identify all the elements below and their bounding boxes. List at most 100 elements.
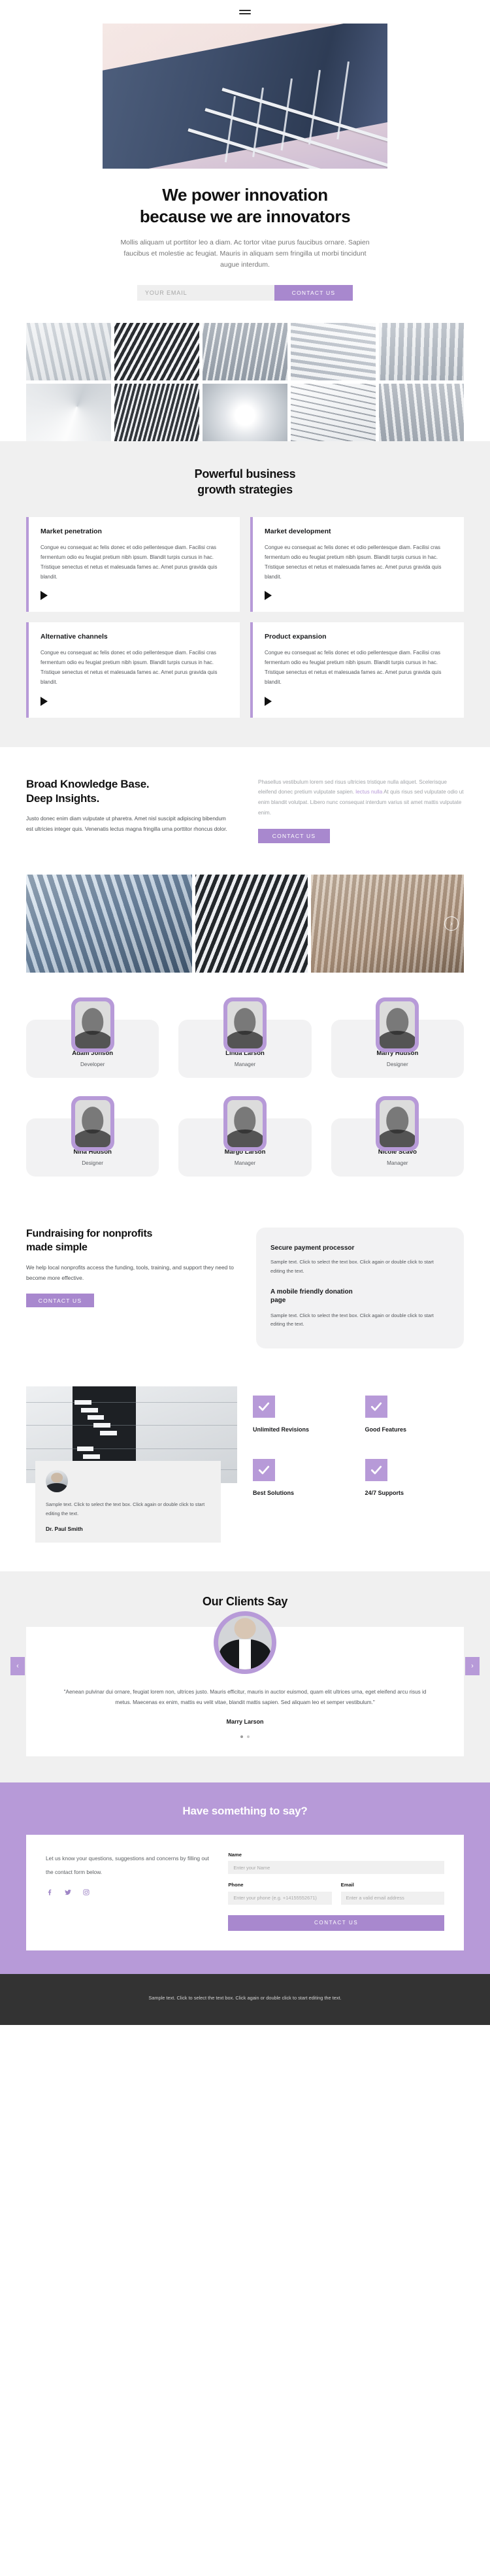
strategy-card-body: Congue eu consequat ac felis donec et od… <box>265 650 442 685</box>
gallery-photo[interactable] <box>114 383 199 441</box>
testimonial-quote: "Aenean pulvinar dui ornare, feugiat lor… <box>63 1688 427 1705</box>
testimonial-quote-card: Sample text. Click to select the text bo… <box>35 1461 221 1543</box>
strategy-card: Alternative channels Congue eu consequat… <box>26 622 240 718</box>
feature-label: Best Solutions <box>253 1490 295 1497</box>
testimonials-title: Our Clients Say <box>202 1595 288 1609</box>
team-member-role: Designer <box>82 1160 104 1167</box>
contact-submit-button[interactable]: CONTACT US <box>228 1915 444 1931</box>
play-icon[interactable] <box>265 696 272 706</box>
strategy-card: Market development Congue eu consequat a… <box>250 517 464 612</box>
carousel-dots[interactable] <box>59 1735 431 1738</box>
email-input[interactable] <box>137 284 274 301</box>
team-member-role: Developer <box>80 1062 105 1068</box>
knowledge-title: Broad Knowledge Base. Deep Insights. <box>26 777 232 807</box>
gallery-photo[interactable] <box>114 322 199 380</box>
play-icon[interactable] <box>265 591 272 601</box>
instagram-icon[interactable] <box>82 1888 90 1896</box>
chevron-right-icon[interactable]: › <box>465 1656 480 1675</box>
twitter-icon[interactable] <box>64 1888 72 1896</box>
strategy-card-body: Congue eu consequat ac felis donec et od… <box>41 650 218 685</box>
fundraising-card-heading-1: Secure payment processor <box>270 1245 355 1252</box>
strategy-card-body: Congue eu consequat ac felis donec et od… <box>265 544 442 580</box>
wide-gallery-photo[interactable] <box>195 875 308 973</box>
chevron-right-icon[interactable]: › <box>444 916 459 931</box>
contact-section: Have something to say? Let us know your … <box>0 1782 490 1974</box>
wide-gallery-photo[interactable]: › <box>311 875 464 973</box>
wide-gallery-photo[interactable] <box>26 875 192 973</box>
landing-page: We power innovation because we are innov… <box>0 0 490 2025</box>
feature-item: Good Features <box>365 1396 465 1433</box>
hero-title-line1: We power innovation <box>162 185 328 205</box>
play-icon[interactable] <box>41 591 48 601</box>
fundraising-title-line2: made simple <box>26 1242 88 1254</box>
gallery-photo[interactable] <box>291 322 376 380</box>
quote-text: Sample text. Click to select the text bo… <box>46 1501 205 1516</box>
knowledge-contact-button[interactable]: CONTACT US <box>258 829 330 844</box>
gallery-photo[interactable] <box>379 383 464 441</box>
knowledge-title-line2: Deep Insights. <box>26 792 99 805</box>
fundraising-title: Fundraising for nonprofits made simple <box>26 1228 234 1255</box>
chevron-left-icon[interactable]: ‹ <box>10 1656 25 1675</box>
strategies-title-line2: growth strategies <box>197 482 293 496</box>
hero-title: We power innovation because we are innov… <box>91 184 399 228</box>
hero-title-line2: because we are innovators <box>139 207 351 227</box>
strategy-card: Market penetration Congue eu consequat a… <box>26 517 240 612</box>
hamburger-icon[interactable] <box>239 9 251 14</box>
check-icon <box>365 1459 387 1482</box>
knowledge-section: Broad Knowledge Base. Deep Insights. Jus… <box>0 746 490 863</box>
team-section: Adam Jonson Developer Linda Larson Manag… <box>0 973 490 1197</box>
avatar <box>376 1096 419 1152</box>
strategy-card-title: Market penetration <box>41 527 102 536</box>
team-member-card: Margo Larson Manager <box>178 1096 312 1177</box>
phone-input[interactable] <box>228 1891 332 1905</box>
check-icon <box>253 1396 275 1418</box>
hero-contact-button[interactable]: CONTACT US <box>274 284 353 301</box>
feature-item: Unlimited Revisions <box>253 1396 352 1433</box>
team-member-role: Manager <box>234 1160 256 1167</box>
gallery-photo[interactable] <box>379 322 464 380</box>
testimonial-author: Marry Larson <box>226 1718 264 1725</box>
knowledge-right: Phasellus vestibulum lorem sed risus ult… <box>258 777 464 844</box>
knowledge-title-line1: Broad Knowledge Base. <box>26 777 150 790</box>
feature-item: Best Solutions <box>253 1459 352 1496</box>
strategy-card-body: Congue eu consequat ac felis donec et od… <box>41 544 218 580</box>
play-icon[interactable] <box>41 696 48 706</box>
fundraising-contact-button[interactable]: CONTACT US <box>26 1294 94 1308</box>
team-grid: Adam Jonson Developer Linda Larson Manag… <box>26 996 464 1177</box>
knowledge-right-highlight: lectus nulla <box>355 789 383 795</box>
gallery-photo[interactable] <box>203 322 287 380</box>
features-grid: Unlimited Revisions Good Features Best S… <box>253 1386 464 1543</box>
footer: Sample text. Click to select the text bo… <box>0 1973 490 2025</box>
strategies-section: Powerful business growth strategies Mark… <box>0 441 490 747</box>
contact-left: Let us know your questions, suggestions … <box>46 1852 210 1931</box>
strategies-title: Powerful business growth strategies <box>0 466 490 498</box>
team-member-role: Manager <box>234 1062 256 1068</box>
phone-label: Phone <box>228 1882 244 1888</box>
name-input[interactable] <box>228 1861 444 1875</box>
feature-label: Unlimited Revisions <box>253 1426 310 1433</box>
strategy-card-grid: Market penetration Congue eu consequat a… <box>0 497 490 746</box>
strategy-card-title: Alternative channels <box>41 633 108 641</box>
email-input[interactable] <box>340 1891 444 1905</box>
avatar <box>214 1611 276 1674</box>
gallery-photo[interactable] <box>26 322 111 380</box>
team-member-card: Adam Jonson Developer <box>26 997 159 1079</box>
feature-label: Good Features <box>365 1426 407 1433</box>
check-icon <box>253 1459 275 1482</box>
photo-gallery <box>0 318 490 441</box>
footer-text: Sample text. Click to select the text bo… <box>148 1994 342 2001</box>
contact-intro: Let us know your questions, suggestions … <box>46 1854 210 1875</box>
check-icon <box>365 1396 387 1418</box>
wide-gallery: › <box>0 863 490 973</box>
gallery-photo[interactable] <box>26 383 111 441</box>
testimonials-section: Our Clients Say ‹ › "Aenean pulvinar dui… <box>0 1571 490 1782</box>
quote-author: Dr. Paul Smith <box>46 1526 83 1533</box>
facebook-icon[interactable] <box>46 1888 54 1896</box>
gallery-photo[interactable] <box>291 383 376 441</box>
hero-signup-form: CONTACT US <box>137 284 353 301</box>
feature-item: 24/7 Supports <box>365 1459 465 1496</box>
avatar <box>376 997 419 1053</box>
hero-subtitle: Mollis aliquam ut porttitor leo a diam. … <box>120 238 370 269</box>
team-member-role: Manager <box>387 1160 408 1167</box>
gallery-photo[interactable] <box>203 383 287 441</box>
